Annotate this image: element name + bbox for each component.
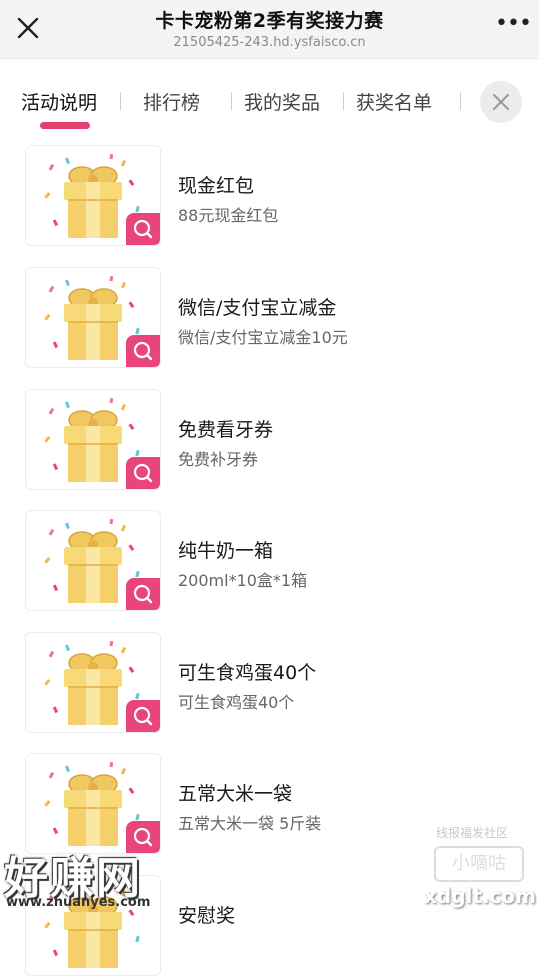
search-icon [133, 706, 153, 726]
prize-thumbnail [25, 510, 161, 611]
prize-item[interactable]: 免费看牙券 免费补牙券 [25, 389, 525, 491]
prize-item[interactable]: 可生食鸡蛋40个 可生食鸡蛋40个 [25, 632, 525, 734]
watermark-left: 好赚网 www.zhuanyes.com [4, 842, 194, 920]
prize-desc: 200ml*10盒*1箱 [178, 571, 308, 590]
tab-close-button[interactable] [480, 81, 522, 123]
tab-divider [120, 92, 121, 110]
prize-desc: 微信/支付宝立减金10元 [178, 328, 348, 347]
tab-my-prizes[interactable]: 我的奖品 [244, 88, 320, 115]
prize-name: 纯牛奶一箱 [178, 540, 274, 562]
prize-thumbnail [25, 632, 161, 733]
watermark-site: xdglt.com [424, 884, 536, 908]
search-icon [133, 219, 153, 239]
search-badge[interactable] [126, 700, 160, 732]
watermark-caption: 线报福发社区 [436, 826, 509, 840]
search-badge[interactable] [126, 578, 160, 610]
title-bar: 卡卡宠粉第2季有奖接力赛 21505425-243.hd.ysfaisco.cn… [0, 0, 539, 59]
search-icon [133, 341, 153, 361]
close-icon [493, 94, 509, 110]
prize-name: 免费看牙券 [178, 419, 274, 441]
prize-name: 五常大米一袋 [178, 783, 293, 805]
tab-divider [231, 92, 232, 110]
prize-thumbnail [25, 753, 161, 854]
watermark-url: www.zhuanyes.com [6, 895, 151, 910]
prize-thumbnail [25, 389, 161, 490]
prize-item[interactable]: 纯牛奶一箱 200ml*10盒*1箱 [25, 510, 525, 612]
page-title: 卡卡宠粉第2季有奖接力赛 [155, 10, 384, 32]
search-badge[interactable] [126, 457, 160, 489]
prize-thumbnail [25, 145, 161, 246]
active-tab-indicator [40, 122, 90, 129]
tab-divider [343, 92, 344, 110]
tab-winner-list[interactable]: 获奖名单 [356, 88, 432, 115]
tab-divider [460, 92, 461, 110]
search-badge[interactable] [126, 213, 160, 245]
prize-desc: 五常大米一袋 5斤装 [178, 814, 322, 833]
search-icon [133, 463, 153, 483]
search-icon [133, 584, 153, 604]
prize-item[interactable]: 微信/支付宝立减金 微信/支付宝立减金10元 [25, 267, 525, 369]
watermark-badge: 小嘀咕 [434, 846, 524, 882]
prize-name: 微信/支付宝立减金 [178, 297, 337, 319]
more-dots-icon[interactable]: ••• [495, 13, 532, 38]
page-url: 21505425-243.hd.ysfaisco.cn [173, 35, 366, 50]
prize-desc: 免费补牙券 [178, 450, 259, 469]
prize-name: 现金红包 [178, 175, 255, 197]
watermark-right: 线报福发社区 小嘀咕 xdglt.com [420, 824, 538, 920]
tab-bar: 活动说明 排行榜 我的奖品 获奖名单 [0, 70, 539, 132]
tab-leaderboard[interactable]: 排行榜 [143, 88, 200, 115]
prize-desc: 可生食鸡蛋40个 [178, 693, 295, 712]
search-badge[interactable] [126, 335, 160, 367]
prize-desc: 88元现金红包 [178, 206, 279, 225]
tab-activity-info[interactable]: 活动说明 [21, 88, 97, 115]
prize-item[interactable]: 现金红包 88元现金红包 [25, 145, 525, 247]
prize-thumbnail [25, 267, 161, 368]
prize-name: 可生食鸡蛋40个 [178, 662, 317, 684]
